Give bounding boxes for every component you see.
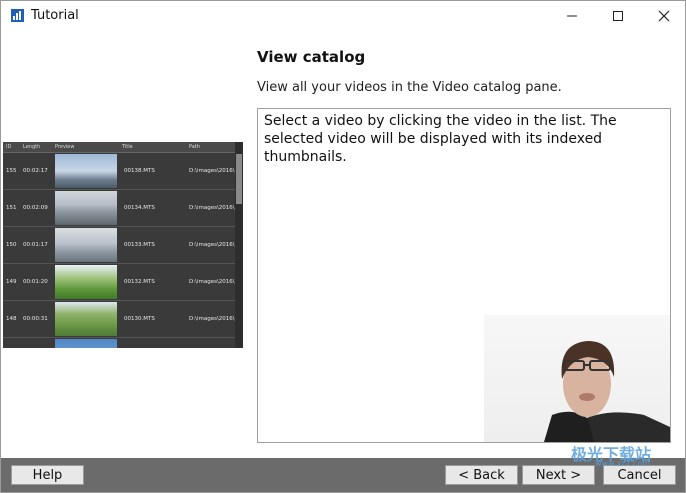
row-path: D:\images\2016\ bbox=[189, 279, 235, 285]
watermark-url: www.xz7.com bbox=[595, 459, 651, 468]
col-title: Title bbox=[122, 144, 133, 150]
description-text: Select a video by clicking the video in … bbox=[264, 113, 617, 165]
catalog-scrollbar bbox=[235, 142, 243, 348]
catalog-row: 148 00:00:31 00130.MTS D:\images\2016\ bbox=[3, 301, 235, 338]
thumbnail bbox=[55, 228, 117, 262]
col-path: Path bbox=[189, 144, 200, 150]
row-length: 00:02:17 bbox=[23, 168, 48, 174]
row-path: D:\images\2016\ bbox=[189, 205, 235, 211]
thumbnail bbox=[55, 265, 117, 299]
catalog-row: 150 00:01:17 00133.MTS D:\images\2016\ bbox=[3, 227, 235, 264]
catalog-header: ID Length Preview Title Path bbox=[3, 142, 235, 153]
thumbnail bbox=[55, 302, 117, 336]
page-heading: View catalog bbox=[257, 48, 366, 66]
thumbnail bbox=[55, 154, 117, 188]
maximize-button[interactable] bbox=[595, 1, 641, 31]
minimize-button[interactable] bbox=[549, 1, 595, 31]
row-path: D:\images\2016\ bbox=[189, 168, 235, 174]
row-length: 00:01:20 bbox=[23, 279, 48, 285]
row-path: D:\images\2016\ bbox=[189, 242, 235, 248]
cancel-button[interactable]: Cancel bbox=[603, 465, 676, 485]
title-bar: Tutorial bbox=[1, 1, 685, 31]
row-length: 00:01:17 bbox=[23, 242, 48, 248]
col-preview: Preview bbox=[55, 144, 75, 150]
presenter-video bbox=[484, 315, 670, 442]
catalog-row: 149 00:01:20 00132.MTS D:\images\2016\ bbox=[3, 264, 235, 301]
row-title: 00132.MTS bbox=[124, 279, 155, 285]
minimize-icon bbox=[567, 15, 577, 17]
close-icon bbox=[658, 10, 670, 22]
back-button[interactable]: < Back bbox=[445, 465, 518, 485]
page-subtext: View all your videos in the Video catalo… bbox=[257, 80, 562, 95]
maximize-icon bbox=[613, 11, 623, 21]
next-button[interactable]: Next > bbox=[522, 465, 595, 485]
presenter-figure bbox=[544, 341, 670, 442]
row-length: 00:02:09 bbox=[23, 205, 48, 211]
app-icon bbox=[11, 9, 24, 22]
close-button[interactable] bbox=[641, 1, 686, 31]
row-title: 00138.MTS bbox=[124, 168, 155, 174]
catalog-row bbox=[3, 338, 235, 348]
row-path: D:\images\2016\ bbox=[189, 316, 235, 322]
window-title: Tutorial bbox=[31, 8, 79, 23]
row-id: 151 bbox=[6, 205, 17, 211]
row-id: 149 bbox=[6, 279, 17, 285]
description-box: Select a video by clicking the video in … bbox=[257, 108, 671, 443]
scrollbar-thumb bbox=[236, 154, 242, 204]
col-length: Length bbox=[23, 144, 41, 150]
col-id: ID bbox=[6, 144, 12, 150]
thumbnail bbox=[55, 191, 117, 225]
row-id: 150 bbox=[6, 242, 17, 248]
row-id: 155 bbox=[6, 168, 17, 174]
video-catalog-illustration: ID Length Preview Title Path 155 00:02:1… bbox=[3, 142, 243, 348]
catalog-row: 155 00:02:17 00138.MTS D:\images\2016\ bbox=[3, 153, 235, 190]
row-title: 00134.MTS bbox=[124, 205, 155, 211]
row-id: 148 bbox=[6, 316, 17, 322]
row-title: 00130.MTS bbox=[124, 316, 155, 322]
row-length: 00:00:31 bbox=[23, 316, 48, 322]
row-title: 00133.MTS bbox=[124, 242, 155, 248]
help-button[interactable]: Help bbox=[11, 465, 84, 485]
catalog-row: 151 00:02:09 00134.MTS D:\images\2016\ bbox=[3, 190, 235, 227]
thumbnail bbox=[55, 339, 117, 348]
tutorial-window: Tutorial ID Length Preview Title Path 15… bbox=[0, 0, 686, 493]
